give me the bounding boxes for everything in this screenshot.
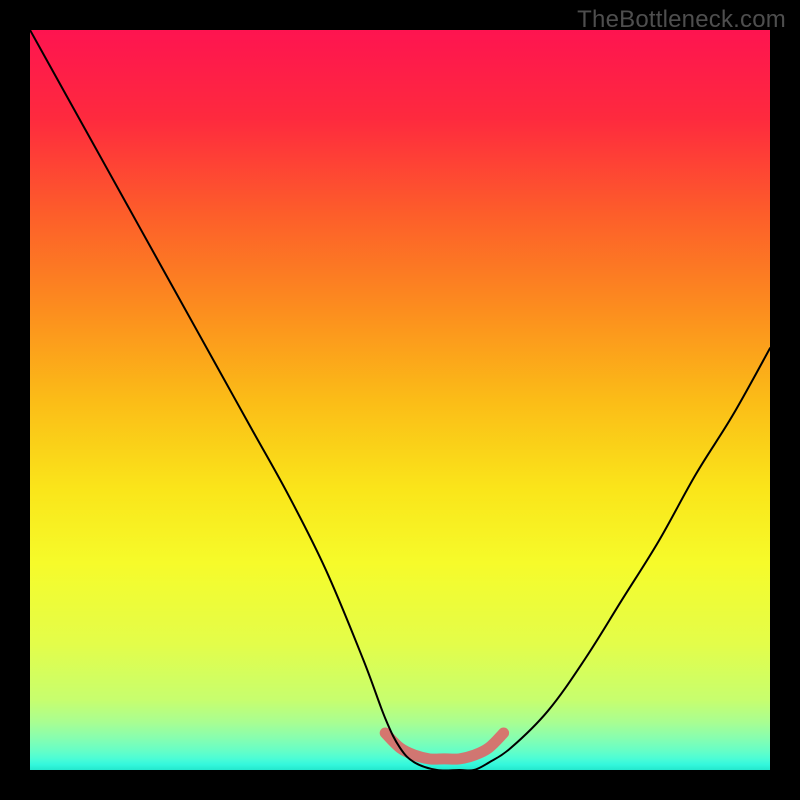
bottleneck-curve-chart (30, 30, 770, 770)
chart-container: TheBottleneck.com (0, 0, 800, 800)
plot-area (30, 30, 770, 770)
gradient-background (30, 30, 770, 770)
